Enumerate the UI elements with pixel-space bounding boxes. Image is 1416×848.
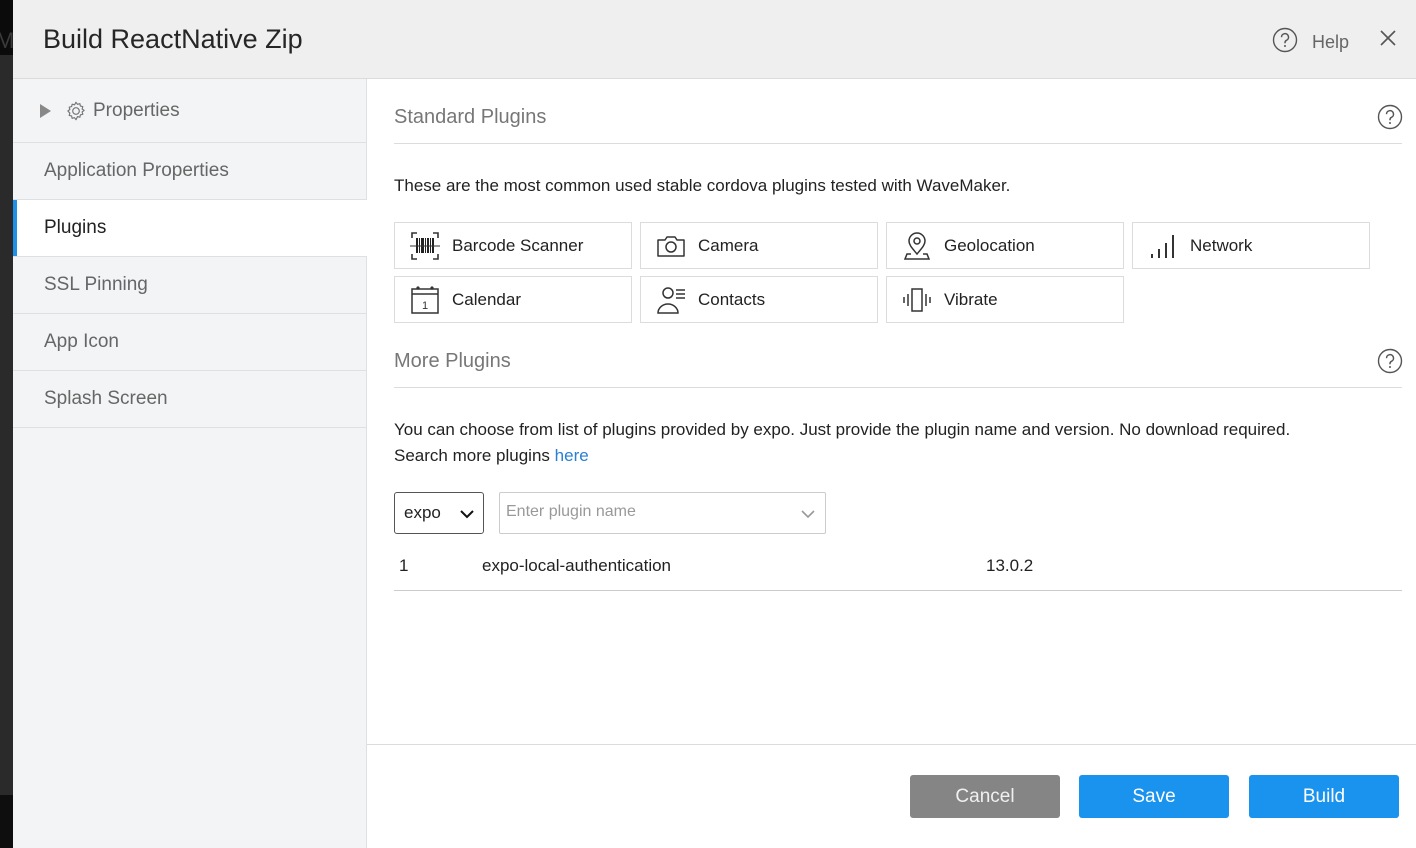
build-dialog: Build ReactNative Zip Help Properties Ap… — [13, 0, 1416, 848]
calendar-icon: 1 — [408, 283, 442, 317]
plugin-barcode-scanner[interactable]: Barcode Scanner — [394, 222, 632, 269]
help-circle-icon — [1272, 27, 1298, 58]
close-button[interactable] — [1377, 27, 1399, 49]
plugin-source-value: expo — [404, 503, 441, 522]
help-circle-icon[interactable] — [1377, 104, 1403, 135]
standard-plugins-description: These are the most common used stable co… — [394, 176, 1011, 195]
sidebar-group-properties[interactable]: Properties — [13, 79, 366, 143]
help-circle-icon[interactable] — [1377, 348, 1403, 379]
plugin-row-version: 13.0.2 — [986, 556, 1034, 575]
plugin-row-name: expo-local-authentication — [482, 556, 672, 575]
more-plugins-description: You can choose from list of plugins prov… — [394, 417, 1290, 469]
help-button[interactable]: Help — [1272, 27, 1349, 58]
search-more-text: Search more plugins — [394, 446, 550, 465]
plugin-label: Contacts — [698, 289, 766, 309]
plugin-label: Geolocation — [944, 235, 1035, 255]
background-app: M — [0, 0, 14, 848]
plugins-panel: Standard Plugins These are the most comm… — [367, 79, 1416, 745]
standard-plugins-header: Standard Plugins — [394, 79, 1403, 144]
sidebar-item-label: Plugins — [44, 217, 107, 238]
sidebar: Properties Application Properties Plugin… — [13, 79, 367, 848]
plugin-name-combobox[interactable] — [499, 492, 826, 534]
plugin-contacts[interactable]: Contacts — [640, 276, 878, 323]
sidebar-item-ssl-pinning[interactable]: SSL Pinning — [13, 257, 366, 314]
background-app-footer — [0, 795, 13, 848]
sidebar-item-plugins[interactable]: Plugins — [13, 200, 367, 257]
dialog-header: Build ReactNative Zip Help — [13, 0, 1416, 79]
standard-plugins-heading: Standard Plugins — [394, 106, 547, 128]
plugin-geolocation[interactable]: Geolocation — [886, 222, 1124, 269]
sidebar-item-splash-screen[interactable]: Splash Screen — [13, 371, 366, 428]
chevron-down-icon — [459, 506, 475, 526]
more-plugins-heading: More Plugins — [394, 350, 511, 372]
plugin-source-select[interactable]: expo — [394, 492, 484, 534]
chevron-down-icon[interactable] — [800, 507, 816, 525]
search-more-link[interactable]: here — [555, 446, 589, 465]
search-more-line: Search more plugins here — [394, 443, 1290, 469]
more-plugins-description-text: You can choose from list of plugins prov… — [394, 420, 1291, 439]
dialog-footer: Cancel Save Build — [367, 744, 1416, 848]
build-button[interactable]: Build — [1249, 775, 1399, 818]
close-icon — [1380, 30, 1396, 46]
help-label: Help — [1312, 32, 1350, 52]
plugin-network[interactable]: Network — [1132, 222, 1370, 269]
svg-text:1: 1 — [422, 300, 428, 312]
background-app-header: M — [0, 0, 14, 55]
plugin-row-index: 1 — [399, 556, 409, 575]
signal-bars-icon — [1146, 229, 1180, 263]
camera-icon — [654, 229, 688, 263]
barcode-icon — [408, 229, 442, 263]
sidebar-item-label: SSL Pinning — [44, 274, 148, 295]
sidebar-item-label: App Icon — [44, 331, 119, 352]
plugin-calendar[interactable]: 1 Calendar — [394, 276, 632, 323]
sidebar-item-app-icon[interactable]: App Icon — [13, 314, 366, 371]
plugin-label: Network — [1190, 235, 1253, 255]
plugin-vibrate[interactable]: Vibrate — [886, 276, 1124, 323]
plugin-label: Barcode Scanner — [452, 235, 584, 255]
sidebar-group-label: Properties — [93, 99, 180, 121]
more-plugins-header: More Plugins — [394, 323, 1403, 388]
plugin-row: 1 expo-local-authentication 13.0.2 — [394, 544, 1402, 591]
cancel-button[interactable]: Cancel — [910, 775, 1060, 818]
save-button[interactable]: Save — [1079, 775, 1229, 818]
plugin-name-input[interactable] — [506, 493, 786, 531]
caret-right-icon[interactable] — [40, 103, 51, 118]
plugin-label: Camera — [698, 235, 759, 255]
sidebar-item-application-properties[interactable]: Application Properties — [13, 143, 366, 200]
contacts-icon — [654, 283, 688, 317]
plugin-label: Calendar — [452, 289, 521, 309]
gear-icon — [65, 100, 87, 122]
location-pin-icon — [900, 229, 934, 263]
dialog-title: Build ReactNative Zip — [43, 24, 303, 54]
plugin-camera[interactable]: Camera — [640, 222, 878, 269]
vibrate-icon — [900, 283, 934, 317]
sidebar-item-label: Splash Screen — [44, 388, 168, 409]
plugin-label: Vibrate — [944, 289, 998, 309]
sidebar-item-label: Application Properties — [44, 160, 229, 181]
